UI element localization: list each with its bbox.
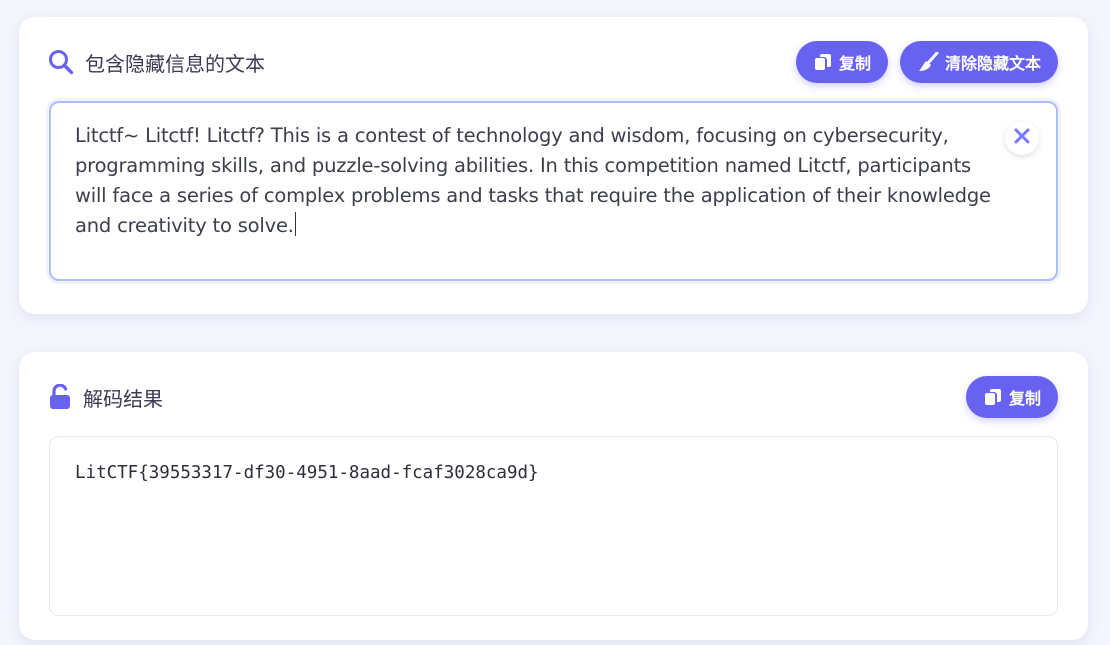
decode-result-header: 解码结果 复制 (48, 376, 1058, 418)
copy-result-button[interactable]: 复制 (965, 376, 1058, 418)
copy-input-button[interactable]: 复制 (795, 41, 888, 83)
hidden-text-card: 包含隐藏信息的文本 复制 清除隐藏文本 Litctf~ Litctf! Litc… (19, 17, 1088, 314)
clear-hidden-text-label: 清除隐藏文本 (944, 54, 1041, 73)
decode-result-title: 解码结果 (48, 383, 163, 412)
clear-hidden-text-button[interactable]: 清除隐藏文本 (899, 41, 1058, 83)
text-caret (294, 212, 296, 236)
decode-result-title-label: 解码结果 (83, 386, 163, 411)
clear-input-button[interactable] (1005, 121, 1039, 155)
hidden-text-actions: 复制 清除隐藏文本 (795, 41, 1058, 83)
decode-result-card: 解码结果 复制 LitCTF{39553317-df30-4951-8aad-f… (19, 352, 1088, 640)
close-icon (1014, 128, 1030, 148)
unlock-icon (48, 384, 72, 410)
hidden-text-input[interactable]: Litctf~ Litctf! Litctf? This is a contes… (49, 101, 1058, 281)
hidden-text-title: 包含隐藏信息的文本 (48, 48, 265, 77)
copy-icon (983, 387, 1003, 407)
hidden-text-header: 包含隐藏信息的文本 复制 清除隐藏文本 (48, 41, 1058, 83)
hidden-text-content[interactable]: Litctf~ Litctf! Litctf? This is a contes… (75, 121, 996, 241)
search-icon (48, 49, 74, 75)
hidden-text-value: Litctf~ Litctf! Litctf? This is a contes… (75, 124, 991, 237)
copy-icon (813, 52, 833, 72)
broom-icon (917, 52, 939, 72)
hidden-text-title-label: 包含隐藏信息的文本 (85, 51, 265, 76)
copy-input-label: 复制 (838, 54, 871, 73)
decode-result-actions: 复制 (965, 376, 1058, 418)
decode-result-output[interactable]: LitCTF{39553317-df30-4951-8aad-fcaf3028c… (49, 436, 1058, 616)
decode-result-value[interactable]: LitCTF{39553317-df30-4951-8aad-fcaf3028c… (75, 463, 539, 483)
copy-result-label: 复制 (1008, 389, 1041, 408)
